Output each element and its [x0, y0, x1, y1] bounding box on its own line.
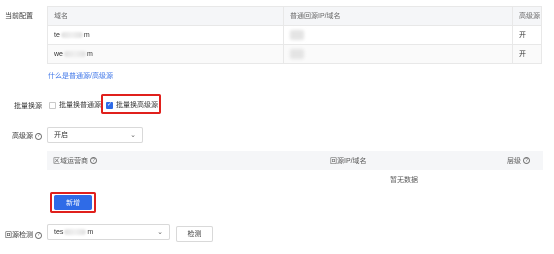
- table-header: 域名 普通回源IP/域名 高级源: [48, 7, 541, 26]
- checkbox-unchecked-icon: [49, 101, 56, 109]
- check-button[interactable]: 检测: [176, 226, 213, 242]
- col-advanced-header: 高级源: [519, 13, 540, 20]
- source-check-value-start: tes: [54, 228, 64, 236]
- redacted-origin: [290, 49, 304, 59]
- source-check-select[interactable]: tes m ⌄: [47, 224, 170, 240]
- advanced-source-table: 区域运营商? 回源IP/域名 层级? 暂无数据: [47, 151, 543, 190]
- source-check-text: 回源检测: [5, 232, 33, 239]
- domain-cell: te m: [48, 26, 284, 44]
- col-level-header: 层级?: [507, 156, 530, 166]
- add-button[interactable]: 新增: [54, 195, 92, 210]
- batch-normal-label: 批量换普通源: [59, 102, 101, 109]
- current-config-table: 域名 普通回源IP/域名 高级源 te m 开 we m 开: [47, 6, 542, 64]
- batch-normal-checkbox[interactable]: 批量换普通源: [49, 100, 101, 110]
- chevron-down-icon: ⌄: [157, 229, 163, 236]
- batch-advanced-checkbox[interactable]: ✓ 批量换高级源: [106, 100, 158, 110]
- col-level-text: 层级: [507, 157, 521, 165]
- origin-cell: [284, 26, 513, 44]
- col-isp-header: 区域运营商?: [53, 156, 97, 166]
- advanced-source-label: 高级源?: [12, 131, 42, 141]
- origin-cell: [284, 45, 513, 63]
- domain-text-start: te: [54, 31, 60, 39]
- source-type-help-link[interactable]: 什么是普通源/高级源: [48, 71, 113, 81]
- domain-text-end: m: [86, 50, 93, 58]
- table-row: te m 开: [48, 26, 541, 45]
- advanced-source-text: 高级源: [12, 133, 33, 140]
- advanced-source-value: 开启: [54, 132, 68, 139]
- checkbox-checked-icon: ✓: [106, 101, 113, 109]
- table-header: 区域运营商? 回源IP/域名 层级?: [47, 151, 543, 170]
- redacted-origin: [290, 30, 304, 40]
- current-config-label: 当前配置: [5, 13, 33, 20]
- col-domain-header: 域名: [48, 7, 284, 25]
- help-icon[interactable]: ?: [523, 157, 530, 165]
- domain-text-end: m: [83, 31, 90, 39]
- batch-switch-label: 批量换源: [14, 103, 42, 110]
- help-icon[interactable]: ?: [90, 157, 97, 165]
- source-check-label: 回源检测?: [5, 230, 42, 240]
- advanced-source-select[interactable]: 开启 ⌄: [47, 127, 143, 143]
- batch-advanced-label: 批量换高级源: [116, 102, 158, 109]
- source-check-value-end: m: [87, 228, 94, 236]
- col-origin-header: 普通回源IP/域名: [284, 7, 513, 25]
- table-row: we m 开: [48, 45, 541, 64]
- redacted-text: [63, 51, 86, 57]
- help-icon[interactable]: ?: [35, 132, 42, 140]
- domain-cell: we m: [48, 45, 284, 63]
- chevron-down-icon: ⌄: [130, 132, 136, 139]
- advanced-status-cell: 开: [519, 32, 526, 39]
- redacted-text: [60, 32, 83, 38]
- help-icon[interactable]: ?: [35, 231, 42, 239]
- advanced-status-cell: 开: [519, 51, 526, 58]
- col-ip-header: 回源IP/域名: [330, 157, 367, 165]
- col-isp-text: 区域运营商: [53, 157, 88, 165]
- empty-state: 暂无数据: [390, 177, 418, 184]
- domain-text-start: we: [54, 50, 63, 58]
- redacted-text: [64, 229, 87, 235]
